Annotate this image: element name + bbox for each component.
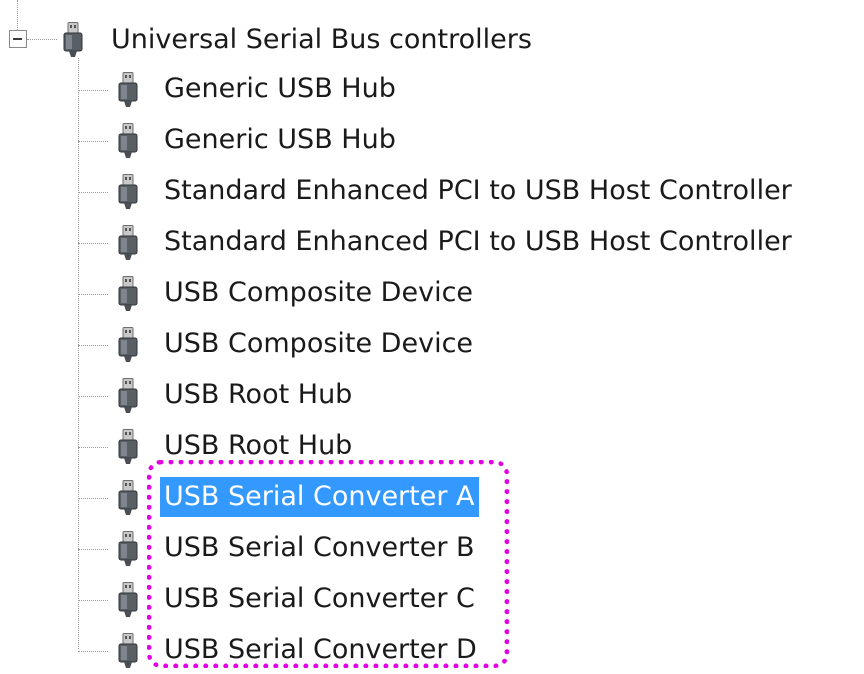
tree-item-label[interactable]: USB Root Hub bbox=[160, 375, 356, 415]
tree-item[interactable]: USB Composite Device bbox=[0, 271, 864, 317]
device-tree: Universal Serial Bus controllers Generic… bbox=[0, 0, 864, 671]
usb-plug-icon bbox=[117, 429, 139, 465]
tree-connector-line bbox=[78, 141, 108, 142]
usb-plug-icon bbox=[117, 72, 139, 108]
collapse-toggle-icon[interactable] bbox=[9, 30, 27, 48]
tree-item[interactable]: Generic USB Hub bbox=[0, 67, 864, 113]
usb-plug-icon bbox=[117, 276, 139, 312]
tree-connector-line bbox=[78, 90, 108, 91]
tree-item[interactable]: USB Root Hub bbox=[0, 373, 864, 419]
usb-plug-icon bbox=[117, 633, 139, 669]
tree-item-label[interactable]: Generic USB Hub bbox=[160, 120, 400, 160]
usb-plug-icon bbox=[117, 582, 139, 618]
usb-plug-icon bbox=[117, 327, 139, 363]
tree-item[interactable]: Standard Enhanced PCI to USB Host Contro… bbox=[0, 220, 864, 266]
tree-connector-line bbox=[78, 345, 108, 346]
tree-connector-line bbox=[78, 192, 108, 193]
tree-connector-line bbox=[78, 600, 108, 601]
usb-plug-icon bbox=[62, 22, 84, 58]
tree-connector-line bbox=[27, 39, 57, 40]
tree-connector-line bbox=[78, 447, 108, 448]
tree-item[interactable]: Standard Enhanced PCI to USB Host Contro… bbox=[0, 169, 864, 215]
tree-connector-line bbox=[78, 651, 108, 652]
tree-connector-line bbox=[17, 0, 18, 30]
tree-item-label[interactable]: Standard Enhanced PCI to USB Host Contro… bbox=[160, 222, 796, 262]
usb-plug-icon bbox=[117, 123, 139, 159]
usb-plug-icon bbox=[117, 378, 139, 414]
highlight-outline bbox=[147, 460, 509, 668]
tree-item[interactable]: USB Composite Device bbox=[0, 322, 864, 368]
usb-plug-icon bbox=[117, 480, 139, 516]
tree-connector-line bbox=[78, 294, 108, 295]
tree-connector-line bbox=[78, 243, 108, 244]
tree-item-label[interactable]: USB Composite Device bbox=[160, 273, 477, 313]
usb-plug-icon bbox=[117, 225, 139, 261]
tree-item-label[interactable]: Generic USB Hub bbox=[160, 69, 400, 109]
tree-item[interactable]: Generic USB Hub bbox=[0, 118, 864, 164]
tree-item-label[interactable]: USB Composite Device bbox=[160, 324, 477, 364]
usb-plug-icon bbox=[117, 531, 139, 567]
tree-connector-line bbox=[78, 396, 108, 397]
usb-plug-icon bbox=[117, 174, 139, 210]
tree-connector-line bbox=[78, 549, 108, 550]
tree-item-label[interactable]: Standard Enhanced PCI to USB Host Contro… bbox=[160, 171, 796, 211]
tree-connector-line bbox=[78, 498, 108, 499]
tree-root-label[interactable]: Universal Serial Bus controllers bbox=[107, 20, 536, 60]
